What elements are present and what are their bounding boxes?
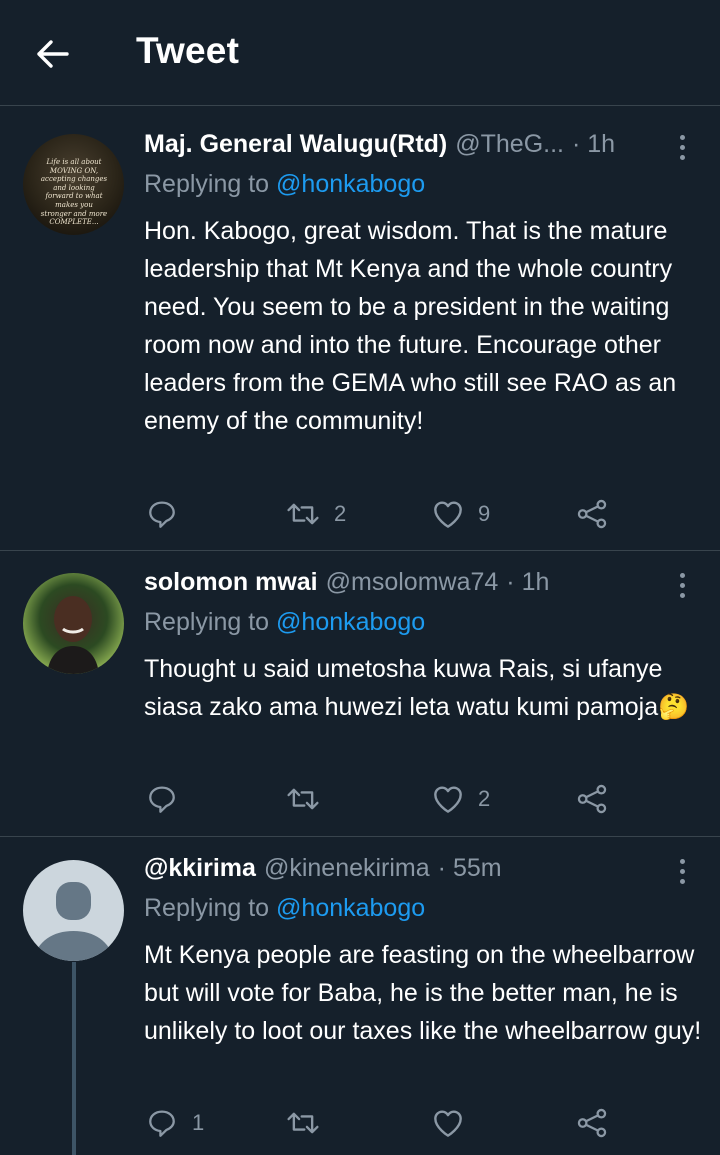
- avatar[interactable]: [23, 860, 124, 961]
- default-avatar-icon: [33, 882, 114, 961]
- replying-to: Replying to @honkabogo: [144, 894, 425, 923]
- retweet-button[interactable]: [286, 1103, 334, 1143]
- more-dot: [679, 878, 685, 884]
- share-icon: [577, 1108, 607, 1138]
- reply-button[interactable]: 1: [146, 1103, 204, 1143]
- retweet-icon: [287, 1112, 319, 1134]
- author-handle[interactable]: @kinenekirima: [264, 854, 430, 883]
- replying-to-prefix: Replying to: [144, 894, 270, 922]
- more-dot: [679, 868, 685, 874]
- reply-tweet[interactable]: @kkirima @kinenekirima · 55m Replying to…: [0, 0, 720, 1155]
- more-options-button[interactable]: [668, 854, 696, 888]
- reply-count: 1: [192, 1110, 205, 1135]
- tweet-actions: 1: [0, 1103, 720, 1143]
- like-button[interactable]: [432, 1103, 478, 1143]
- more-dots-icon: [679, 858, 685, 864]
- heart-icon: [434, 1110, 462, 1137]
- reply-icon: [149, 1110, 175, 1137]
- tweet-time[interactable]: · 55m: [438, 854, 502, 883]
- author-name[interactable]: @kkirima: [144, 854, 256, 883]
- tweet-text: Mt Kenya people are feasting on the whee…: [144, 941, 702, 1045]
- replying-to-mention[interactable]: @honkabogo: [276, 894, 425, 922]
- share-button[interactable]: [576, 1103, 608, 1143]
- tweet-meta: @kkirima @kinenekirima · 55m: [144, 854, 660, 888]
